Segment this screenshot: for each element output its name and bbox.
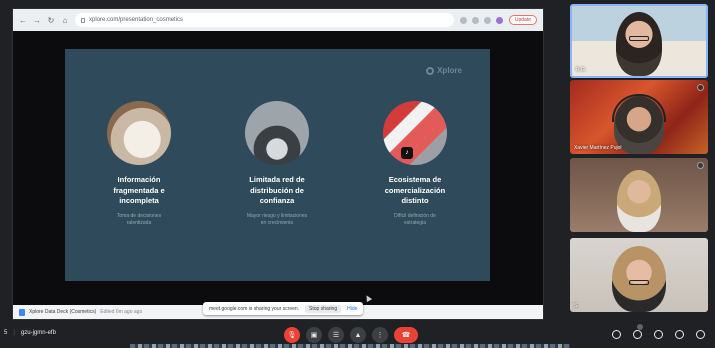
column-title: Información fragmentada e incompleta (89, 175, 189, 207)
address-bar[interactable]: xplore.com/presentation_cosmetics (75, 13, 454, 27)
participant-tile-4[interactable]: S. (570, 238, 708, 312)
screen-share-banner: meet.google.com is sharing your screen. … (203, 302, 364, 315)
glasses-icon (629, 36, 649, 41)
title-line: confianza (259, 196, 295, 205)
headset-icon (612, 94, 666, 122)
participant-tile-1[interactable]: R.G. (570, 4, 708, 78)
title-line: comercialización (384, 185, 446, 195)
document-icon (19, 308, 25, 316)
documents-photo (107, 101, 171, 165)
divider: | (13, 330, 15, 336)
maze-photo (245, 101, 309, 165)
chat-icon[interactable] (654, 330, 663, 339)
tiktok-icon: ♪ (401, 147, 413, 159)
title-line: distinto (401, 196, 429, 205)
participant-video (612, 246, 666, 312)
home-icon[interactable]: ⌂ (61, 16, 69, 25)
os-taskbar (130, 344, 570, 348)
end-call-button[interactable]: ☎ (394, 327, 418, 343)
column-title: Limitada red de distribución de confianz… (227, 175, 327, 207)
title-line: fragmentada e (113, 185, 165, 195)
lock-icon (81, 17, 85, 23)
subtitle-line: en crecimiento (260, 219, 294, 226)
participant-name: Xavier Martínez Pujol (574, 145, 622, 151)
column-title: Ecosistema de comercialización distinto (365, 175, 465, 207)
stop-sharing-button[interactable]: Stop sharing (305, 304, 342, 313)
last-edit: Edited 6m ago ago (100, 309, 143, 315)
title-line: Información (117, 175, 161, 184)
meet-window: ← → ↻ ⌂ xplore.com/presentation_cosmetic… (0, 0, 715, 348)
reload-icon[interactable]: ↻ (47, 16, 55, 25)
participant-tile-3[interactable] (570, 158, 708, 232)
subtitle-line: Toma de decisiones (116, 212, 162, 219)
slide-column-ecosistema: ♪ Ecosistema de comercialización distint… (365, 101, 465, 227)
mouse-cursor-icon (363, 293, 373, 303)
participant-menu-icon[interactable] (697, 162, 704, 169)
people-icon[interactable] (633, 330, 642, 339)
slide-column-distribucion: Limitada red de distribución de confianz… (227, 101, 327, 227)
title-line: distribución de (250, 185, 304, 195)
share-text: meet.google.com is sharing your screen. (209, 305, 300, 312)
title-line: incompleta (119, 196, 159, 205)
activities-icon[interactable] (675, 330, 684, 339)
presentation-slide: Xplore Información fragmentada e incompl… (65, 49, 490, 281)
profile-icon[interactable] (495, 16, 503, 24)
subtitle-line: Difícil definición de (394, 212, 436, 219)
glasses-icon (629, 280, 649, 285)
url-text: xplore.com/presentation_cosmetics (89, 17, 184, 23)
social-apps-photo: ♪ (383, 101, 447, 165)
subtitle-line: ralentizada (126, 219, 152, 226)
logo-text: Xplore (437, 66, 462, 75)
forward-icon[interactable]: → (33, 16, 41, 25)
participant-initials: R.G. (576, 67, 587, 73)
subtitle-line: Mayor riesgo y limitaciones (246, 212, 308, 219)
doc-title[interactable]: Xplore Data Deck (Cosmetics) (29, 309, 96, 315)
column-subtitle: Difícil definición de estrategia (365, 213, 465, 227)
update-button[interactable]: Update (508, 15, 537, 25)
back-icon[interactable]: ← (19, 16, 27, 25)
column-subtitle: Mayor riesgo y limitaciones en crecimien… (227, 213, 327, 227)
xplore-logo-icon (426, 66, 435, 75)
participant-count-badge (637, 324, 643, 330)
extension-icon[interactable] (483, 16, 491, 24)
info-icon[interactable] (612, 330, 621, 339)
camera-button[interactable]: ▣ (306, 327, 322, 343)
present-screen-button[interactable]: ▲ (350, 327, 366, 343)
participant-tile-2[interactable]: Xavier Martínez Pujol (570, 80, 708, 154)
browser-toolbar: ← → ↻ ⌂ xplore.com/presentation_cosmetic… (13, 9, 543, 31)
title-line: Ecosistema de (388, 175, 442, 184)
share-icon[interactable] (459, 16, 467, 24)
browser-extensions (459, 16, 503, 24)
slide-column-informacion: Información fragmentada e incompleta Tom… (89, 101, 189, 227)
meeting-info: 5 | gzu-jgmn-efb (4, 330, 56, 336)
participant-video (617, 170, 661, 232)
more-options-button[interactable]: ⋮ (372, 327, 388, 343)
participant-video (616, 12, 662, 76)
host-controls-icon[interactable] (696, 330, 705, 339)
captions-button[interactable]: ☰ (328, 327, 344, 343)
column-subtitle: Toma de decisiones ralentizada (89, 213, 189, 227)
title-line: Limitada red de (249, 175, 305, 184)
time-fragment: 5 (4, 330, 8, 336)
microphone-off-button[interactable]: 🎙 (284, 327, 300, 343)
side-panel-buttons (612, 330, 705, 339)
slide-logo: Xplore (426, 66, 462, 75)
hide-button[interactable]: Hide (347, 306, 357, 312)
participant-menu-icon[interactable] (697, 84, 704, 91)
participant-initials: S. (574, 303, 579, 309)
meeting-code[interactable]: gzu-jgmn-efb (21, 330, 56, 336)
subtitle-line: estrategia (404, 219, 426, 226)
star-icon[interactable] (471, 16, 479, 24)
shared-screen: ← → ↻ ⌂ xplore.com/presentation_cosmetic… (12, 8, 544, 320)
